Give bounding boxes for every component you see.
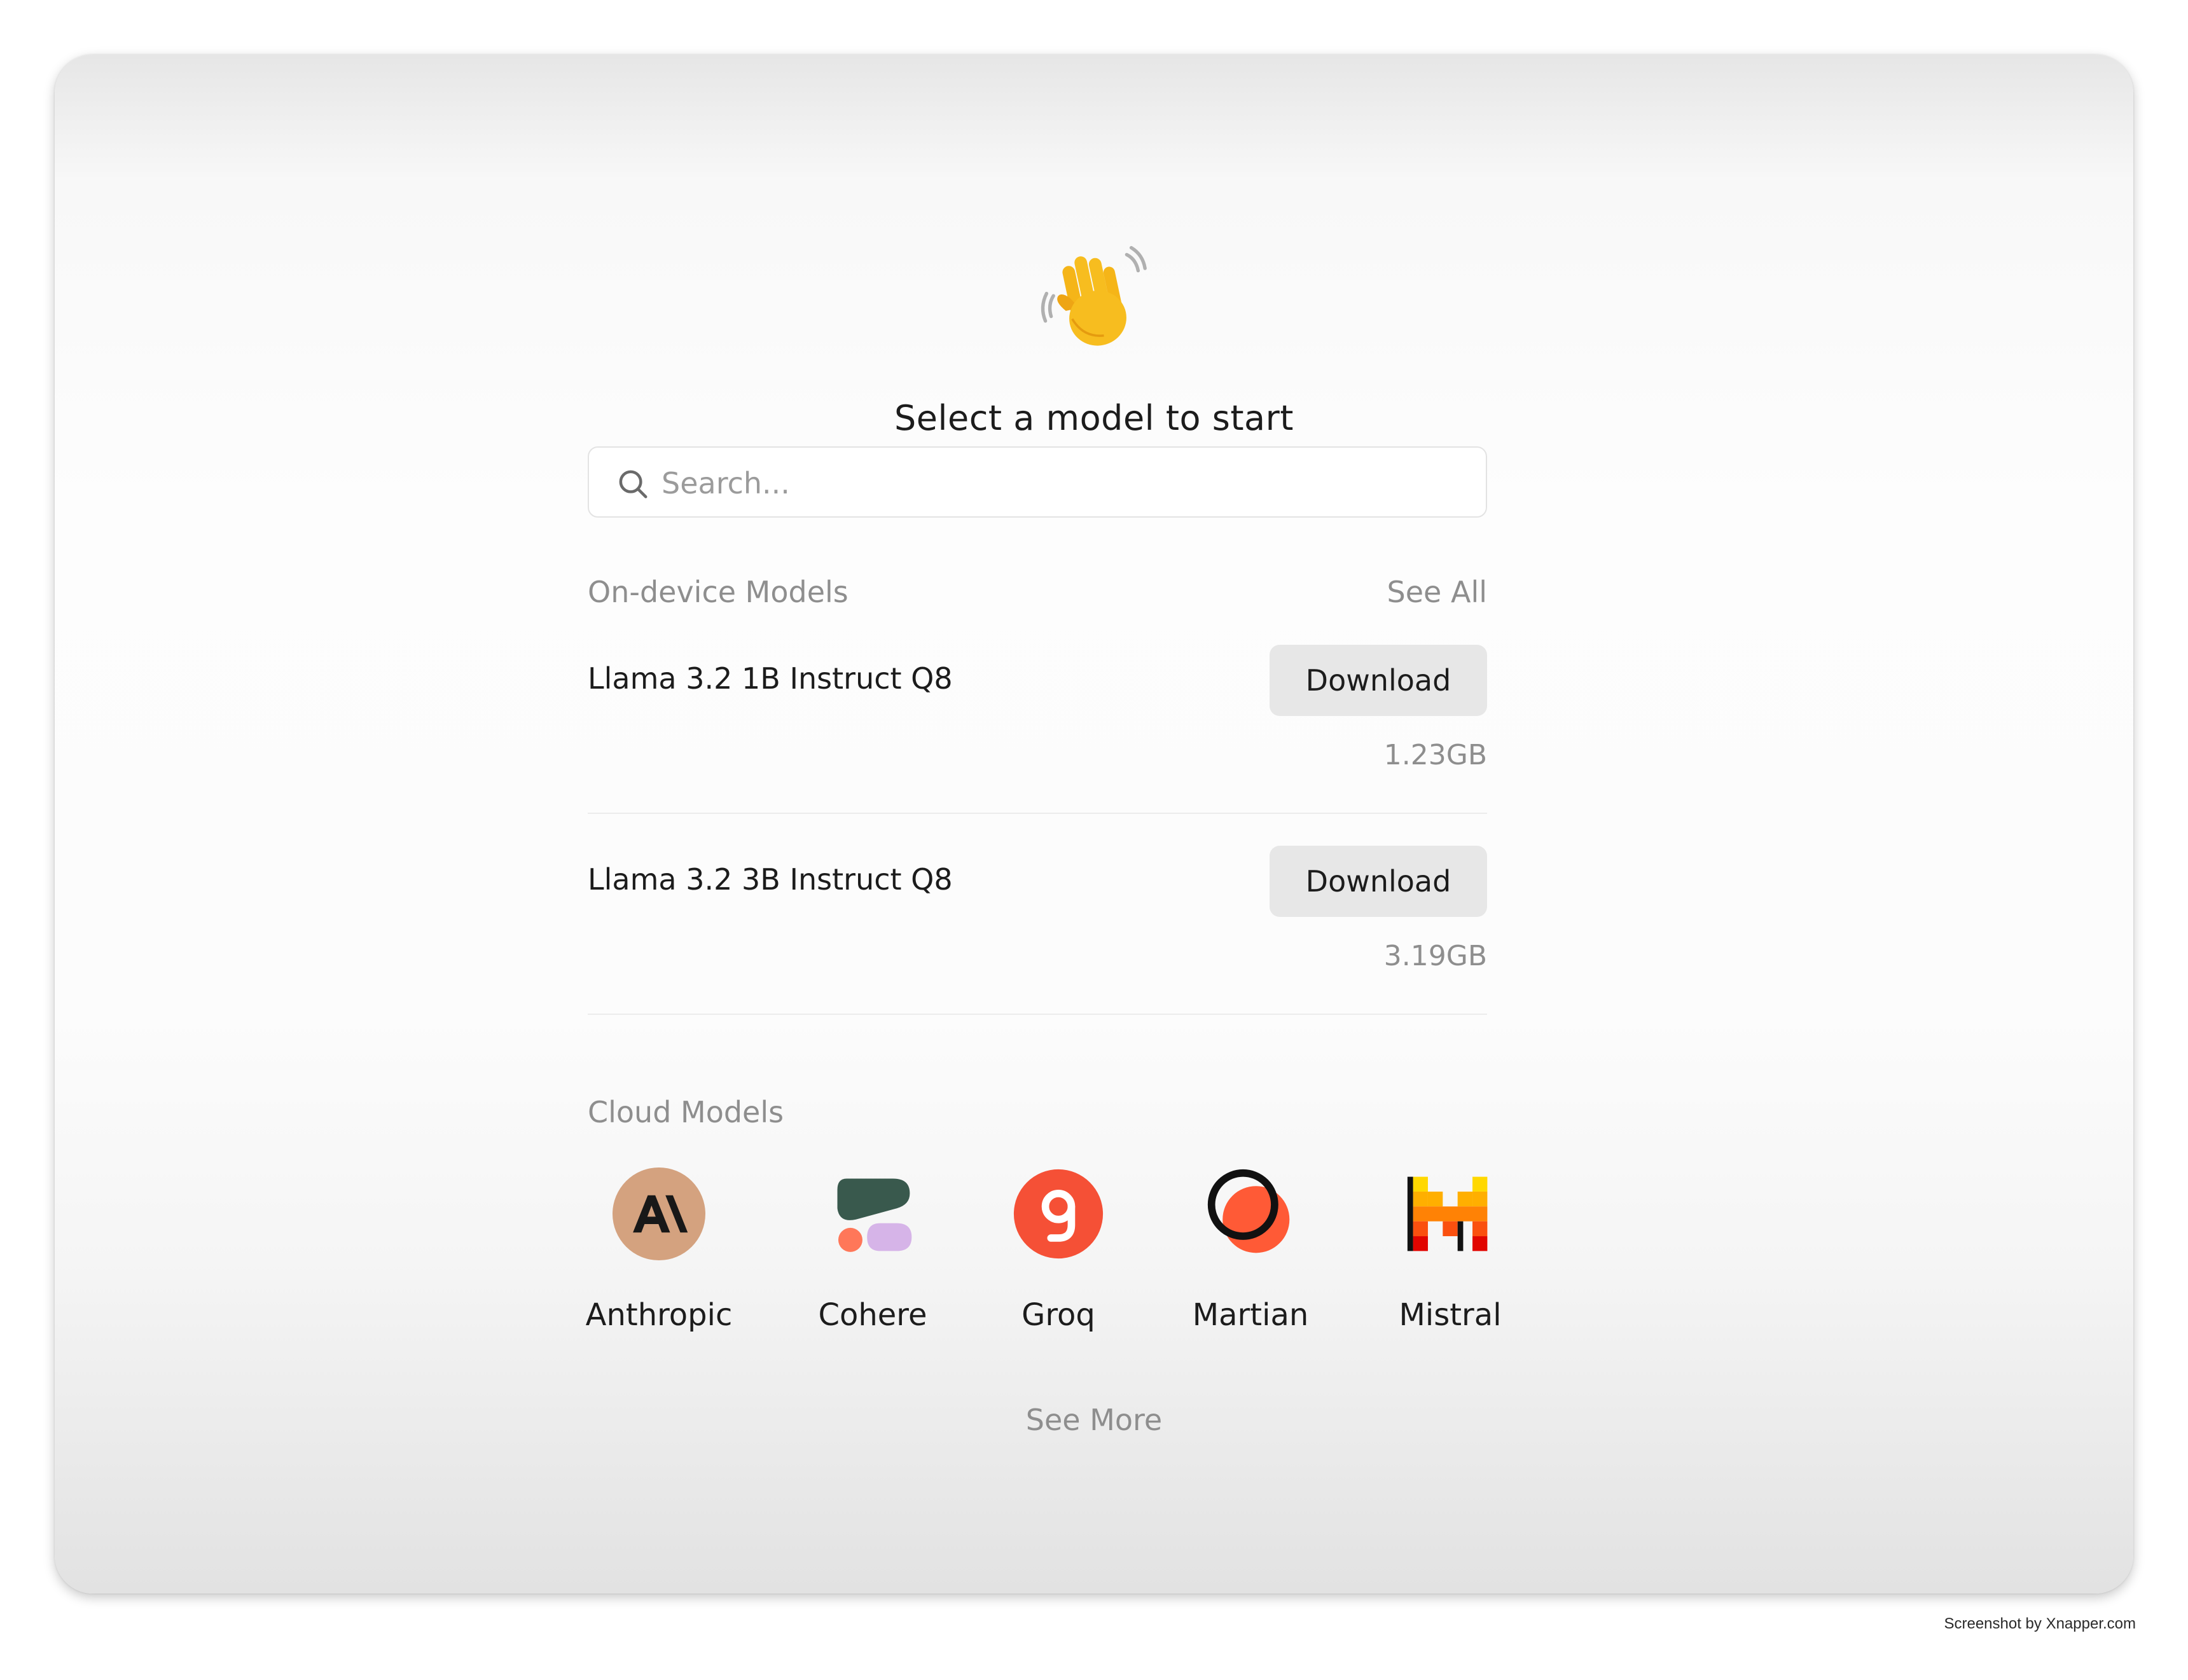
model-size-llama-1b: 1.23GB	[1383, 739, 1487, 771]
provider-groq[interactable]: Groq	[976, 1167, 1141, 1333]
waving-hand-icon	[1041, 245, 1147, 346]
provider-name: Groq	[1021, 1297, 1095, 1333]
provider-name: Cohere	[818, 1297, 927, 1333]
provider-cohere[interactable]: Cohere	[790, 1167, 955, 1333]
see-more-link[interactable]: See More	[55, 1403, 2133, 1437]
anthropic-logo-icon	[613, 1167, 705, 1260]
app-window: Select a model to start On-device Models…	[55, 55, 2133, 1594]
search-input[interactable]	[660, 459, 1464, 507]
page-title: Select a model to start	[894, 398, 1294, 438]
row-divider	[588, 813, 1487, 814]
provider-name: Anthropic	[585, 1297, 733, 1333]
cloud-models-label: Cloud Models	[588, 1095, 784, 1129]
cohere-logo-icon	[837, 1178, 912, 1252]
model-name-llama-3b: Llama 3.2 3B Instruct Q8	[588, 862, 953, 897]
groq-logo-icon	[1013, 1169, 1104, 1259]
provider-name: Mistral	[1399, 1297, 1502, 1333]
model-name-llama-1b: Llama 3.2 1B Instruct Q8	[588, 661, 953, 696]
row-divider	[588, 1014, 1487, 1015]
search-box[interactable]	[588, 446, 1487, 518]
martian-logo-icon	[1207, 1169, 1290, 1253]
model-size-llama-3b: 3.19GB	[1383, 940, 1487, 972]
search-icon	[619, 470, 647, 499]
on-device-models-label: On-device Models	[588, 575, 848, 609]
provider-mistral[interactable]: Mistral	[1368, 1167, 1533, 1333]
watermark-text: Screenshot by Xnapper.com	[1944, 1615, 2136, 1632]
download-button-llama-3b[interactable]: Download	[1270, 846, 1487, 917]
provider-martian[interactable]: Martian	[1168, 1167, 1333, 1333]
download-button-llama-1b[interactable]: Download	[1270, 645, 1487, 716]
mistral-logo-icon	[1407, 1176, 1488, 1251]
see-all-link[interactable]: See All	[1387, 575, 1487, 609]
provider-name: Martian	[1192, 1297, 1309, 1333]
provider-anthropic[interactable]: Anthropic	[576, 1167, 742, 1333]
